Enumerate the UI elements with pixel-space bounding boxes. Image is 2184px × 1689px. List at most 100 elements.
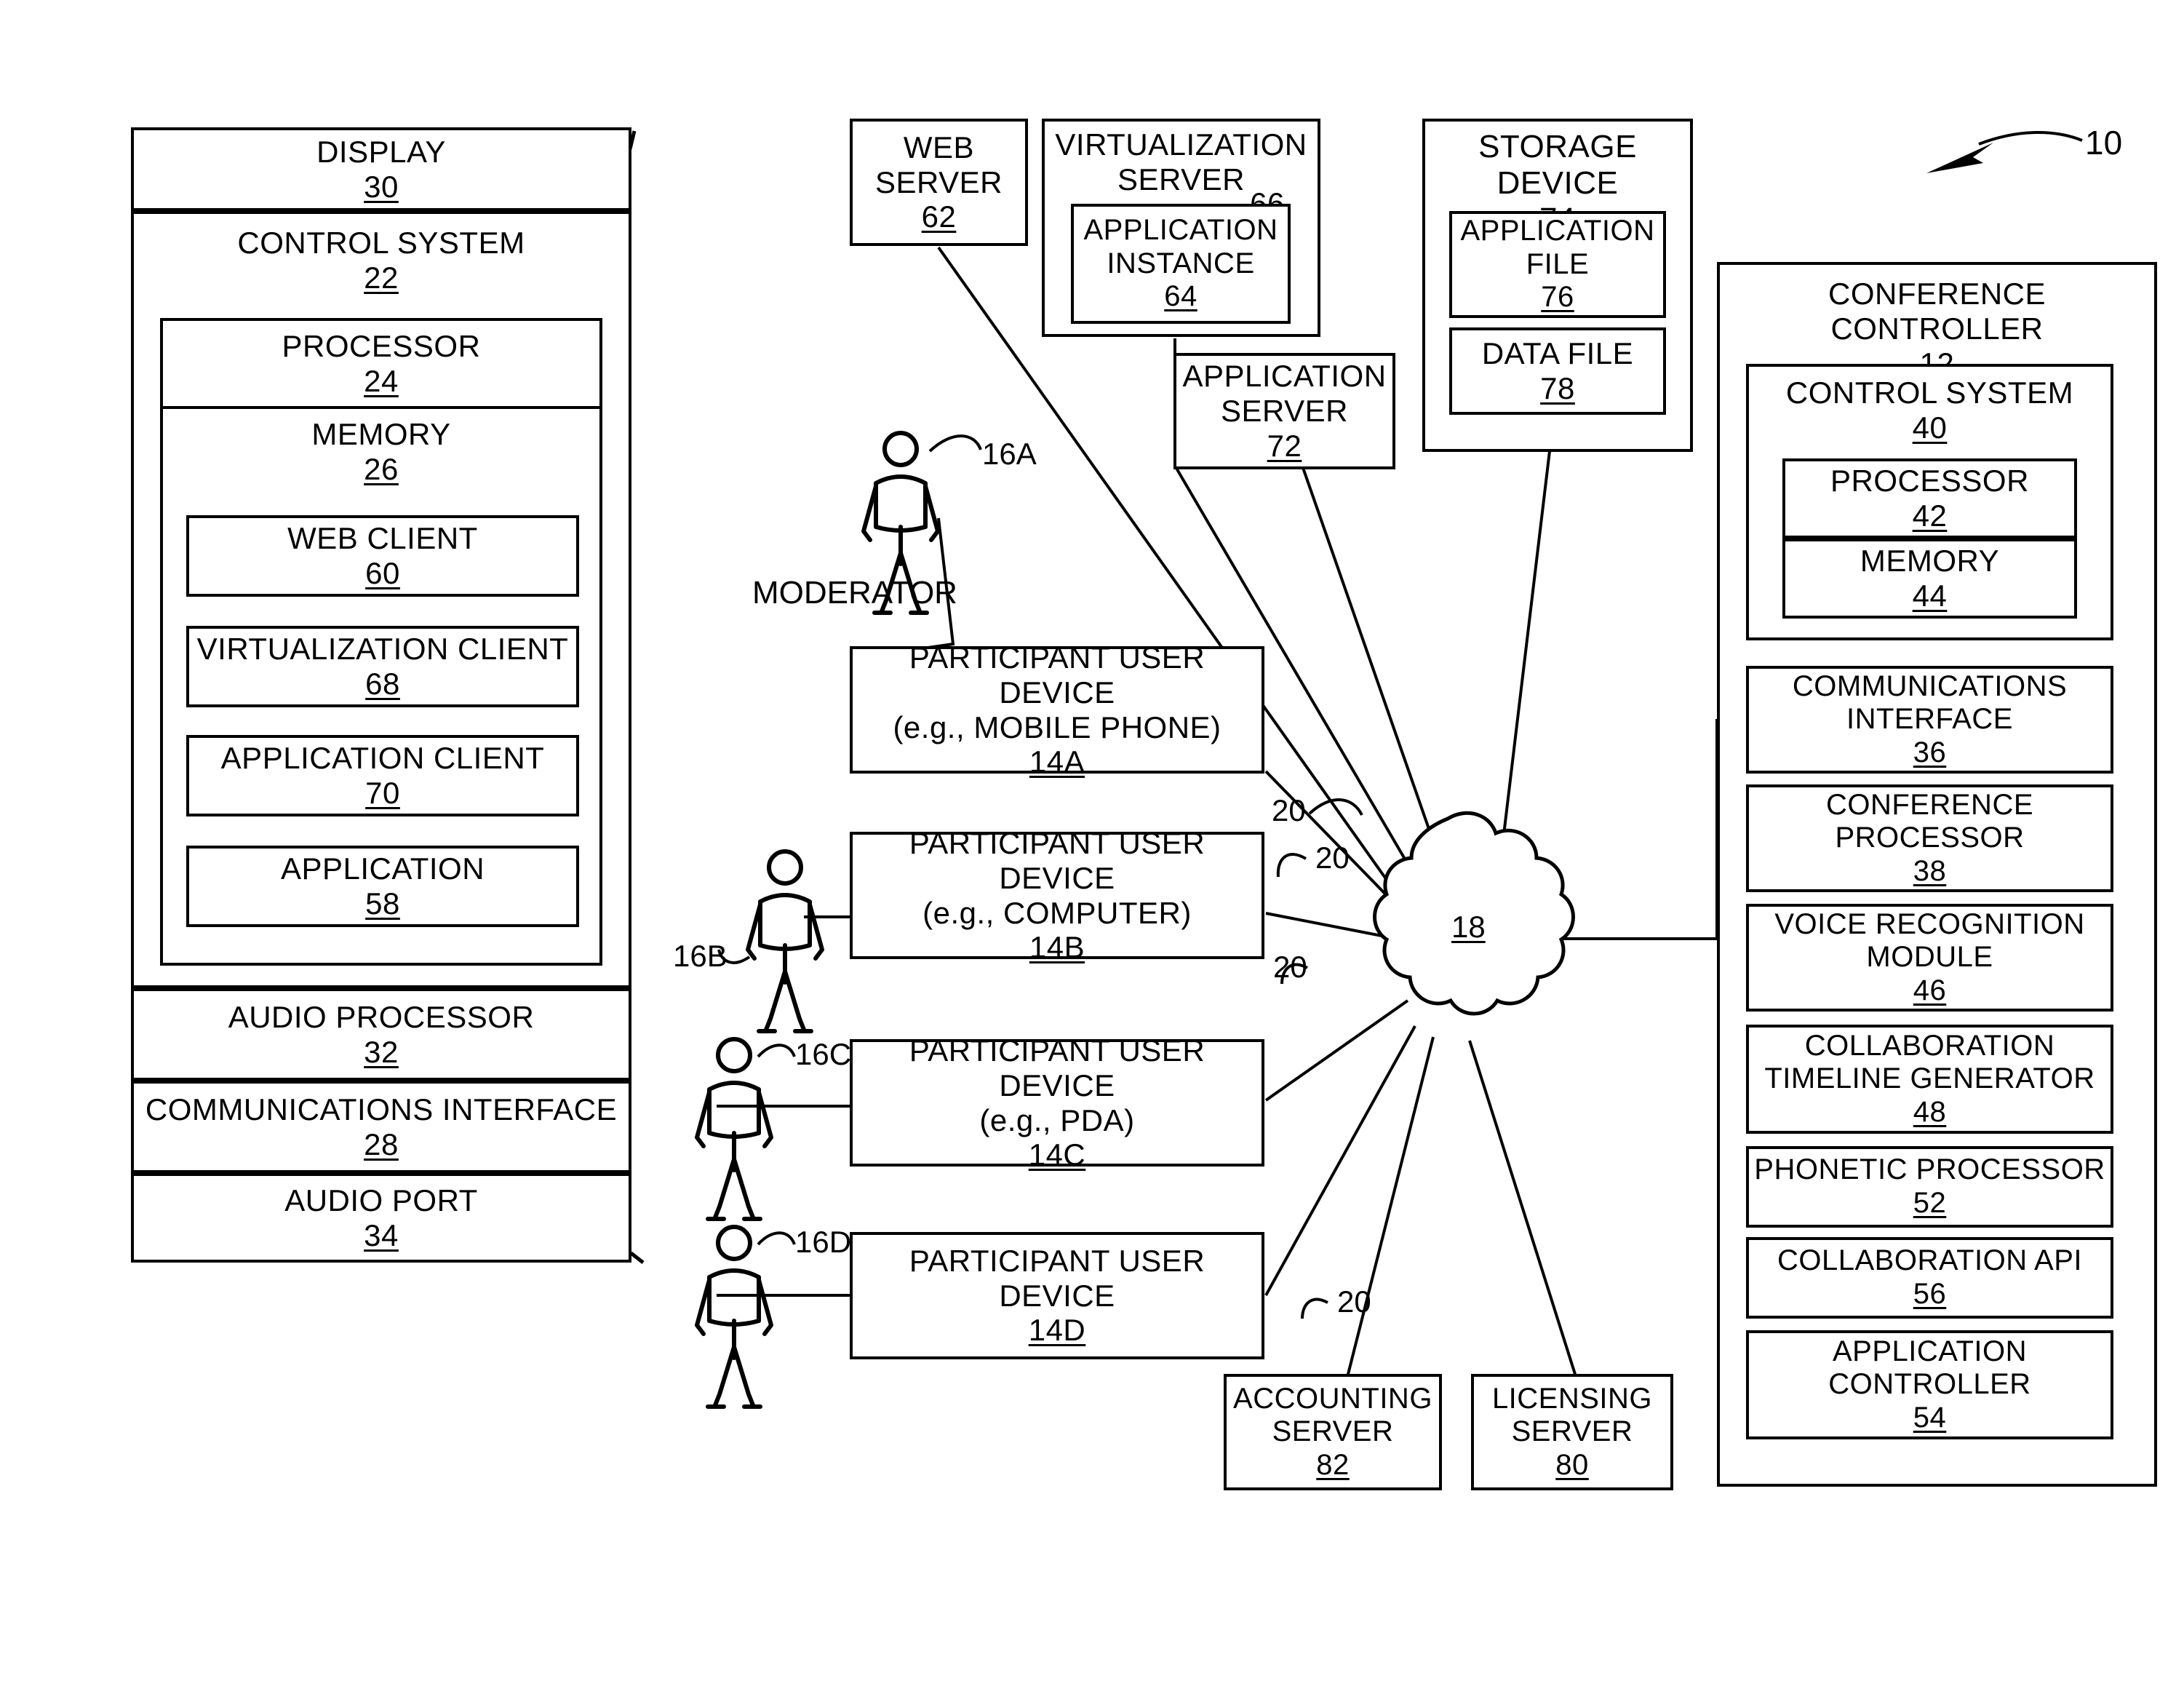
leader-16d xyxy=(757,1231,796,1246)
network-ref-18: 18 xyxy=(1451,910,1486,944)
link-storage-cloud xyxy=(1496,450,1551,890)
link-14d-cloud xyxy=(1264,1025,1416,1296)
leader-20-d xyxy=(1301,1297,1328,1319)
web-server-label: WEB SERVER xyxy=(875,130,1003,199)
controller-module-52: PHONETIC PROCESSOR 52 xyxy=(1746,1146,2113,1228)
controller-module-52-num: 52 xyxy=(1913,1187,1947,1219)
controller-module-36-label: COMMUNICATIONS INTERFACE xyxy=(1792,669,2068,736)
figure-ref-arrow xyxy=(1978,131,2083,146)
control-system-label: CONTROL SYSTEM xyxy=(237,226,525,260)
audio-port-num: 34 xyxy=(364,1217,399,1252)
web-server-num: 62 xyxy=(921,199,957,234)
controller-module-54-label: APPLICATION CONTROLLER xyxy=(1828,1335,2031,1401)
accounting-server-num: 82 xyxy=(1316,1448,1350,1481)
licensing-server-label: LICENSING SERVER xyxy=(1491,1382,1653,1448)
communications-interface-block: COMMUNICATIONS INTERFACE 28 xyxy=(131,1081,631,1173)
controller-module-52-label: PHONETIC PROCESSOR xyxy=(1754,1153,2105,1186)
participant-device-14c: PARTICIPANT USER DEVICE (e.g., PDA) 14C xyxy=(850,1033,1264,1172)
data-file-label: DATA FILE xyxy=(1481,336,1634,371)
controller-module-46-label: VOICE RECOGNITION MODULE xyxy=(1774,907,2085,974)
link-ref-20-b: 20 xyxy=(1315,840,1350,875)
moderator-label: MODERATOR xyxy=(752,575,957,611)
link-14b-cloud xyxy=(1265,912,1398,940)
controller-module-46-num: 46 xyxy=(1913,974,1947,1006)
controller-module-54-num: 54 xyxy=(1913,1401,1947,1434)
display-label: DISPLAY xyxy=(316,134,446,169)
application-instance-label: APPLICATION INSTANCE xyxy=(1083,214,1278,279)
participant-device-14d-num: 14D xyxy=(1028,1313,1086,1348)
person-ref-16b: 16B xyxy=(673,939,728,973)
controller-module-36: COMMUNICATIONS INTERFACE 36 xyxy=(1746,666,2113,774)
participant-device-14b-num: 14B xyxy=(1029,930,1085,965)
controller-module-38: CONFERENCE PROCESSOR 38 xyxy=(1746,784,2113,892)
controller-processor-label: PROCESSOR xyxy=(1830,464,2029,498)
link-14c-cloud xyxy=(1264,999,1409,1102)
participant-device-14a-num: 14A xyxy=(1029,744,1085,779)
web-client-block: WEB CLIENT 60 xyxy=(186,515,579,597)
application-instance-block: APPLICATION INSTANCE 64 xyxy=(1071,204,1291,324)
licensing-server-block: LICENSING SERVER 80 xyxy=(1471,1374,1673,1490)
figure-ref-10: 10 xyxy=(2085,124,2123,162)
web-client-label: WEB CLIENT xyxy=(287,521,478,556)
leader-16c xyxy=(757,1044,796,1058)
participant-device-14d: PARTICIPANT USER DEVICE 14D xyxy=(850,1232,1264,1359)
application-client-num: 70 xyxy=(365,776,400,810)
audio-processor-block: AUDIO PROCESSOR 32 xyxy=(131,988,631,1081)
display-num: 30 xyxy=(364,169,399,204)
link-ref-20-a: 20 xyxy=(1272,793,1306,827)
participant-device-14a: PARTICIPANT USER DEVICE (e.g., MOBILE PH… xyxy=(850,640,1264,779)
controller-module-48-label: COLLABORATION TIMELINE GENERATOR xyxy=(1764,1029,2095,1095)
storage-device-label: STORAGE DEVICE xyxy=(1478,129,1637,202)
participant-device-14b: PARTICIPANT USER DEVICE (e.g., COMPUTER)… xyxy=(850,826,1264,964)
link-ref-20-d: 20 xyxy=(1337,1284,1371,1319)
participant-device-14c-num: 14C xyxy=(1028,1137,1086,1172)
controller-module-56-num: 56 xyxy=(1913,1278,1947,1310)
link-webserver-cloud xyxy=(937,246,1409,911)
application-client-block: APPLICATION CLIENT 70 xyxy=(186,735,579,816)
audio-port-block: AUDIO PORT 34 xyxy=(131,1173,631,1263)
person-ref-16c: 16C xyxy=(795,1037,852,1071)
audio-processor-label: AUDIO PROCESSOR xyxy=(228,999,535,1034)
participant-device-14d-label: PARTICIPANT USER DEVICE xyxy=(909,1243,1205,1313)
display-block: DISPLAY 30 xyxy=(131,127,631,211)
application-server-block: APPLICATION SERVER 72 xyxy=(1173,353,1395,469)
accounting-server-label: ACCOUNTING SERVER xyxy=(1233,1382,1432,1448)
web-client-num: 60 xyxy=(365,556,400,590)
audio-port-label: AUDIO PORT xyxy=(284,1183,478,1217)
application-client-label: APPLICATION CLIENT xyxy=(220,741,545,776)
virtualization-client-num: 68 xyxy=(365,667,400,701)
participant-device-14a-label: PARTICIPANT USER DEVICE (e.g., MOBILE PH… xyxy=(893,640,1221,744)
participant-device-14c-label: PARTICIPANT USER DEVICE (e.g., PDA) xyxy=(909,1033,1205,1137)
controller-module-56: COLLABORATION API 56 xyxy=(1746,1237,2113,1319)
memory-label: MEMORY xyxy=(311,417,451,452)
controller-control-system-num: 40 xyxy=(1912,410,1948,445)
controller-processor-block: PROCESSOR 42 xyxy=(1782,458,2077,539)
communications-interface-num: 28 xyxy=(364,1126,399,1161)
controller-module-46: VOICE RECOGNITION MODULE 46 xyxy=(1746,904,2113,1012)
processor-num: 24 xyxy=(364,363,399,398)
controller-processor-num: 42 xyxy=(1912,498,1948,533)
controller-module-56-label: COLLABORATION API xyxy=(1777,1244,2082,1277)
licensing-server-num: 80 xyxy=(1555,1448,1589,1481)
person-icon-16d xyxy=(695,1225,773,1409)
application-file-block: APPLICATION FILE 76 xyxy=(1449,211,1666,318)
accounting-server-block: ACCOUNTING SERVER 82 xyxy=(1224,1374,1442,1490)
processor-block: PROCESSOR 24 xyxy=(160,318,602,409)
controller-module-38-label: CONFERENCE PROCESSOR xyxy=(1825,788,2034,854)
communications-interface-label: COMMUNICATIONS INTERFACE xyxy=(145,1092,618,1126)
leader-16a xyxy=(928,434,982,453)
controller-module-48-num: 48 xyxy=(1913,1095,1947,1128)
memory-label-area: MEMORY 26 xyxy=(160,412,602,492)
link-cloud-licensing xyxy=(1468,1040,1584,1398)
web-server-block: WEB SERVER 62 xyxy=(850,119,1028,246)
control-system-num: 22 xyxy=(364,260,399,295)
application-instance-num: 64 xyxy=(1164,280,1197,313)
application-file-label: APPLICATION FILE xyxy=(1460,215,1655,280)
virtualization-client-label: VIRTUALIZATION CLIENT xyxy=(196,632,569,667)
application-file-num: 76 xyxy=(1541,281,1574,314)
controller-control-system-label: CONTROL SYSTEM xyxy=(1785,375,2074,410)
application-server-label: APPLICATION SERVER xyxy=(1182,359,1387,429)
virtualization-client-block: VIRTUALIZATION CLIENT 68 xyxy=(186,626,579,707)
controller-memory-block: MEMORY 44 xyxy=(1782,539,2077,619)
link-appserver-cloud xyxy=(1301,465,1451,890)
